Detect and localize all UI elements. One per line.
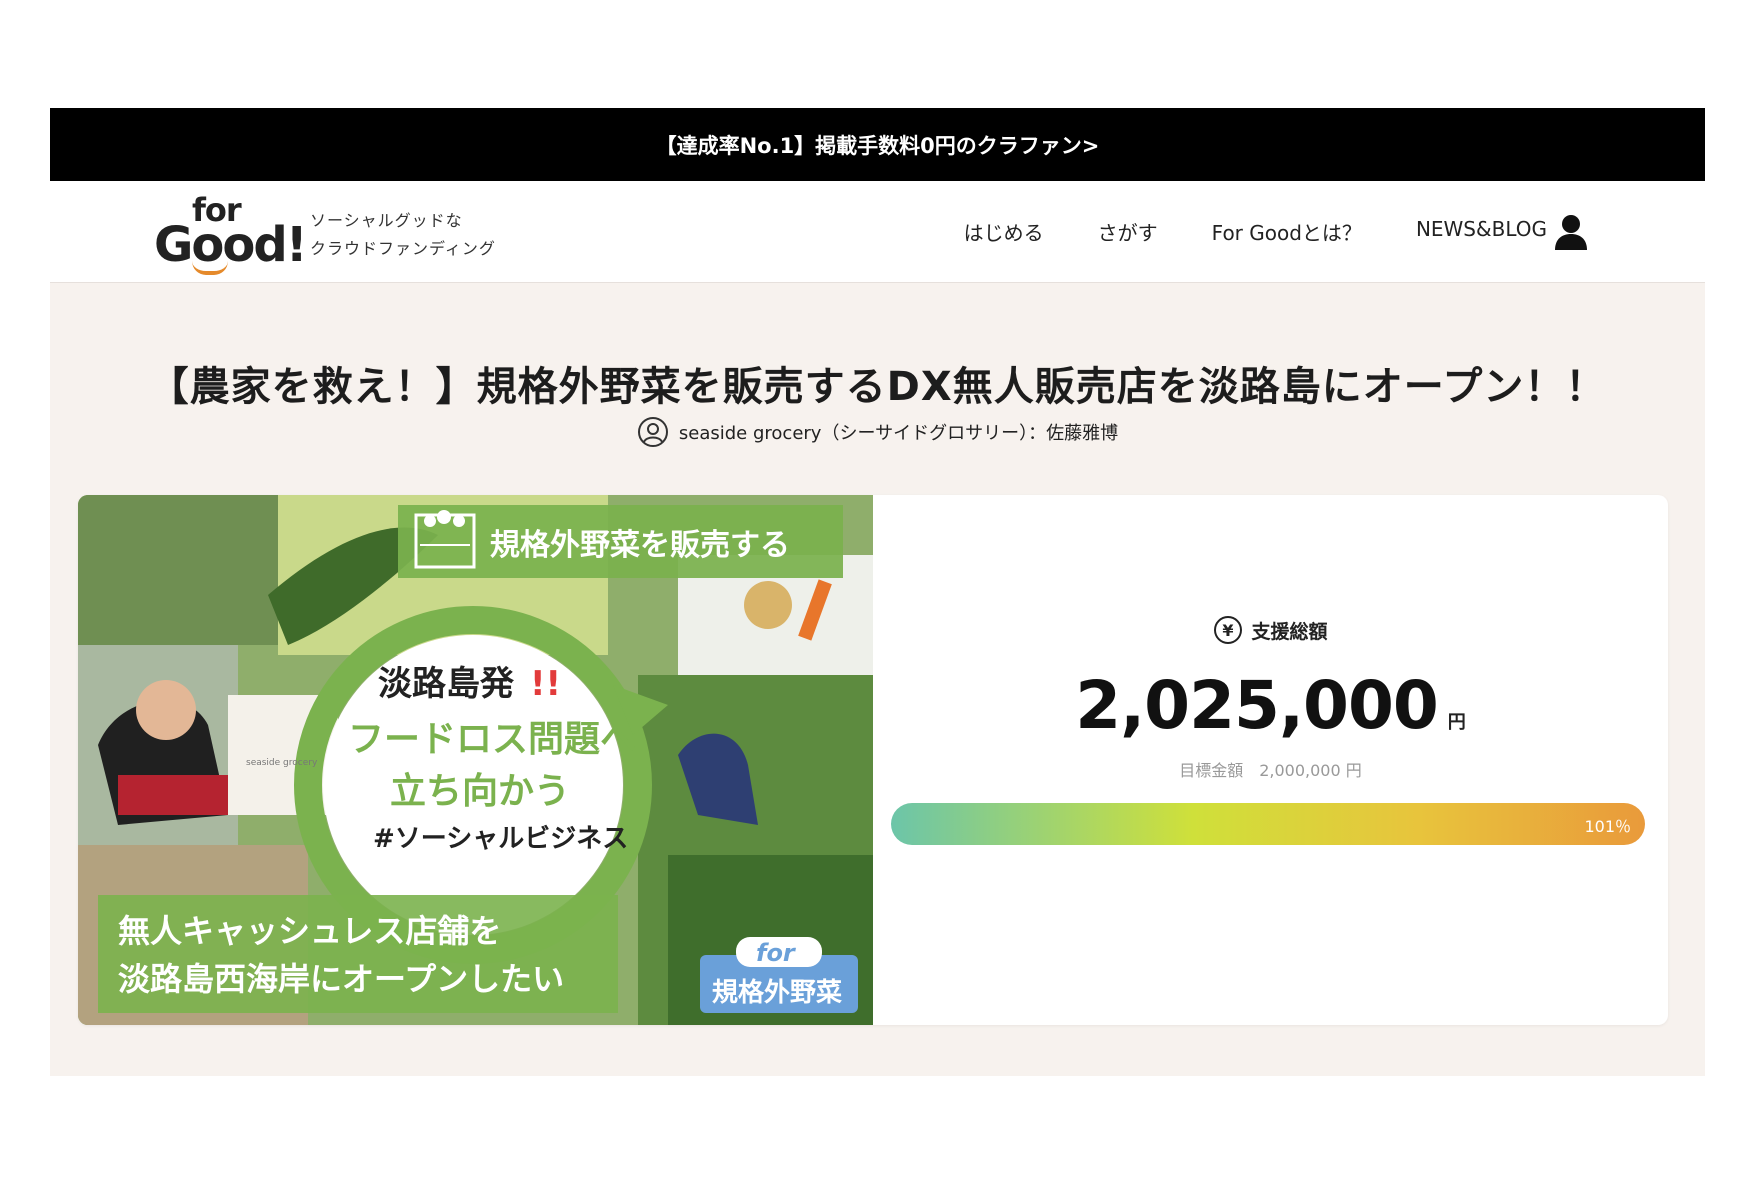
hero-center-line-1-mark: !! [530,664,561,704]
promo-banner[interactable]: 【達成率No.1】掲載手数料0円のクラファン> [50,108,1705,181]
project-title: 【農家を救え！】規格外野菜を販売するDX無人販売店を淡路島にオープン！！ [148,364,1607,410]
svg-text:¥: ¥ [1223,621,1234,640]
nav-search[interactable]: さがす [1098,217,1158,246]
hero-top-label: 規格外野菜を販売する [490,528,790,563]
goal-amount: 目標金額 2,000,000 円 [1179,761,1362,780]
hero-bottom-line-1: 無人キャッシュレス店舗を [118,912,501,950]
hero-center-line-1: 淡路島発 [378,664,515,704]
hero-center-line-4: #ソーシャルビジネス [373,824,628,854]
site-tagline: ソーシャルグッドな クラウドファンディング [310,207,496,263]
site-logo[interactable]: for Good! [154,191,308,275]
nav-news-blog[interactable]: NEWS&BLOG [1416,217,1547,246]
nav-start[interactable]: はじめる [964,217,1044,246]
hero-center-line-3: 立ち向かう [390,771,570,812]
progress-percent: 101％ [1584,817,1631,836]
funding-stats: ¥ 支援総額 2,025,000 円 目標金額 2,000,000 円 101％ [873,495,1668,1025]
hero-center-line-2: フードロス問題へ [348,719,636,760]
project-card: 規格外野菜を販売する 淡路島発 !! フードロス問題へ 立ち向かう #ソーシャル… [78,495,1668,1025]
yen-icon: ¥ [1214,616,1243,644]
owner-avatar-icon [637,417,668,447]
total-support-label: ¥ 支援総額 [873,615,1668,645]
promo-banner-text[interactable]: 【達成率No.1】掲載手数料0円のクラファン> [656,130,1100,160]
progress-bar: 101％ [891,803,1645,845]
hero-badge-text: 規格外野菜 [712,977,842,1008]
total-support-text: 支援総額 [1251,620,1328,643]
logo-good-text: Good! [154,217,308,273]
page-frame: 【達成率No.1】掲載手数料0円のクラファン> for Good! ソーシャルグ… [50,108,1705,1076]
total-amount-unit: 円 [1447,712,1466,733]
nav-about[interactable]: For Goodとは？ [1212,217,1362,246]
user-icon[interactable] [1553,213,1589,251]
site-header: for Good! ソーシャルグッドな クラウドファンディング はじめる さがす… [50,181,1705,283]
project-hero-image[interactable]: 規格外野菜を販売する 淡路島発 !! フードロス問題へ 立ち向かう #ソーシャル… [78,495,873,1025]
owner-name[interactable]: seaside grocery（シーサイドグロサリー）：佐藤雅博 [679,419,1118,445]
main-nav: はじめる さがす For Goodとは？ NEWS&BLOG [964,217,1547,246]
project-owner[interactable]: seaside grocery（シーサイドグロサリー）：佐藤雅博 [50,416,1705,448]
total-amount-value: 2,025,000 [1075,667,1439,744]
tagline-line-1: ソーシャルグッドな [310,211,463,230]
hero-badge-for: for [756,939,797,967]
hero-bottom-line-2: 淡路島西海岸にオープンしたい [118,960,564,998]
hero-box-label: seaside grocery [246,758,318,768]
hero-collage: 規格外野菜を販売する 淡路島発 !! フードロス問題へ 立ち向かう #ソーシャル… [78,495,873,1025]
tagline-line-2: クラウドファンディング [310,239,496,258]
total-amount: 2,025,000 円 [873,667,1668,744]
